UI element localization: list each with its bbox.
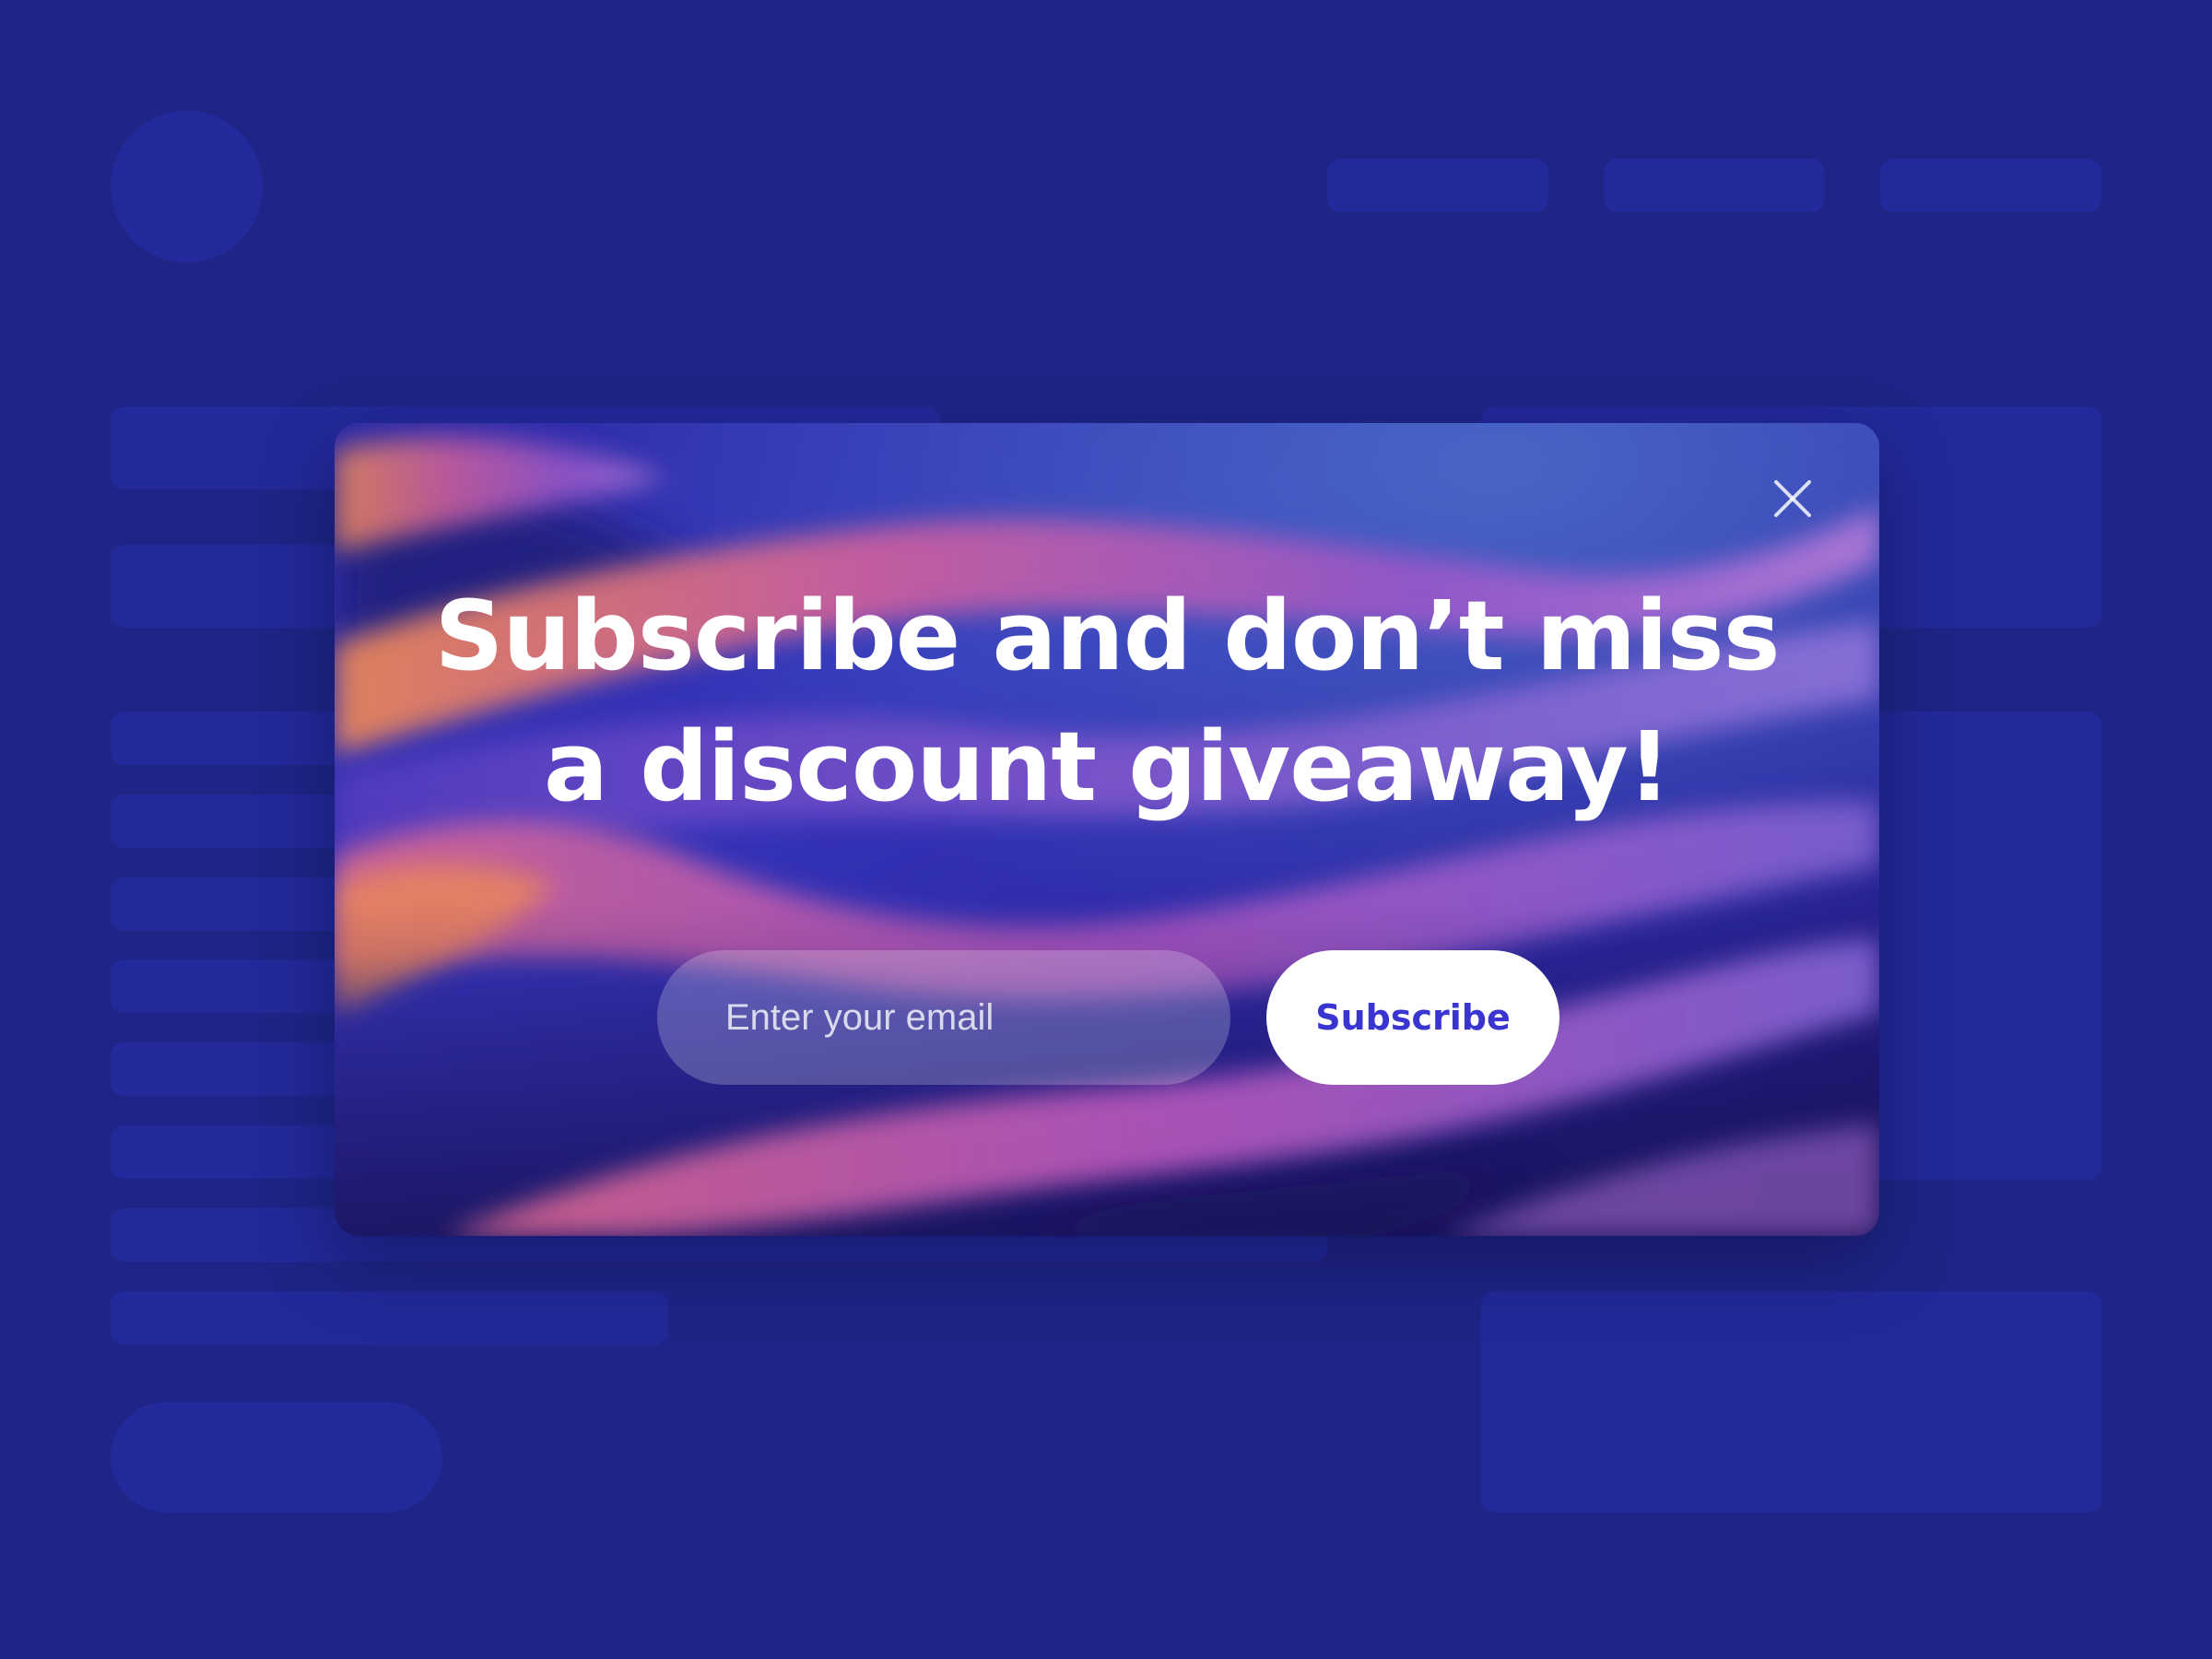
- card-placeholder: [1481, 1291, 2101, 1512]
- avatar-placeholder: [111, 111, 263, 263]
- nav-placeholder-3: [1880, 159, 2101, 212]
- modal-headline: Subscribe and don’t miss a discount give…: [335, 571, 1879, 832]
- subscribe-button[interactable]: Subscribe: [1266, 950, 1559, 1085]
- nav-placeholder-2: [1604, 159, 1825, 212]
- nav-placeholder-1: [1327, 159, 1548, 212]
- headline-line-2: a discount giveaway!: [543, 711, 1671, 823]
- close-button[interactable]: [1765, 471, 1820, 526]
- headline-line-1: Subscribe and don’t miss: [434, 580, 1780, 692]
- text-line-placeholder: [111, 1291, 668, 1345]
- email-input[interactable]: [657, 950, 1230, 1085]
- subscribe-form: Subscribe: [657, 950, 1579, 1085]
- button-placeholder: [111, 1402, 442, 1512]
- close-icon: [1774, 480, 1811, 517]
- subscribe-modal: Subscribe and don’t miss a discount give…: [335, 423, 1879, 1236]
